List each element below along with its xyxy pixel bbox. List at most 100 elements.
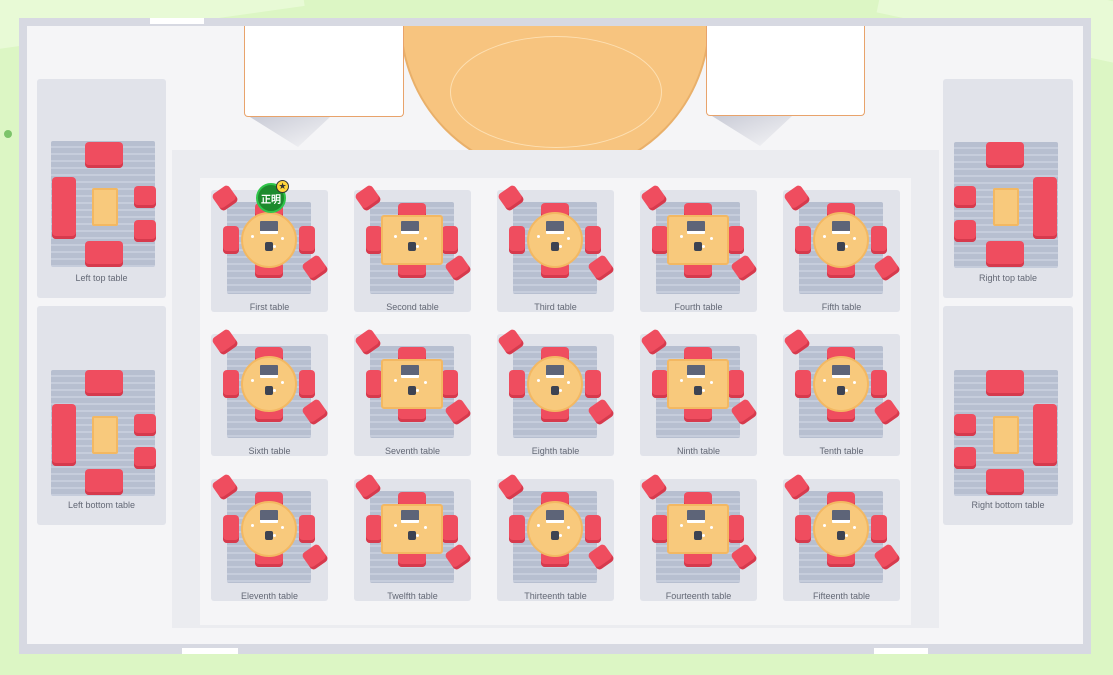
table-tile[interactable]: Fourth table	[640, 184, 758, 312]
bag-icon	[837, 242, 845, 251]
chair[interactable]	[442, 370, 458, 398]
chair[interactable]	[795, 515, 811, 543]
laptop-icon	[401, 365, 419, 378]
cup-icon	[853, 381, 856, 384]
table-tile[interactable]: Ninth table	[640, 328, 758, 456]
right-bottom-table-area[interactable]: Right bottom table	[943, 306, 1073, 525]
laptop-icon	[832, 510, 850, 523]
table-tile[interactable]: Tenth table	[783, 328, 901, 456]
chair[interactable]	[871, 370, 887, 398]
cup-icon	[251, 379, 254, 382]
chair[interactable]	[223, 370, 239, 398]
table-label: Eleventh table	[240, 591, 299, 601]
avatar-name: 正明	[261, 194, 281, 206]
table-label: Fifth table	[821, 302, 862, 312]
cup-icon	[251, 524, 254, 527]
chair[interactable]	[728, 370, 744, 398]
cup-icon	[394, 524, 397, 527]
chair[interactable]	[652, 226, 668, 254]
right-top-table-area[interactable]: Right top table	[943, 79, 1073, 298]
table-tile[interactable]: Seventh table	[354, 328, 472, 456]
cup-icon	[273, 245, 276, 248]
cup-icon	[281, 381, 284, 384]
stool	[954, 186, 976, 208]
coffee-table	[92, 188, 118, 226]
chair[interactable]	[299, 226, 315, 254]
chair[interactable]	[728, 226, 744, 254]
chair[interactable]	[795, 370, 811, 398]
table-tile[interactable]: Sixth table	[211, 328, 329, 456]
chair[interactable]	[366, 515, 382, 543]
chair[interactable]	[585, 370, 601, 398]
laptop-icon	[546, 221, 564, 234]
cup-icon	[823, 379, 826, 382]
laptop-icon	[546, 510, 564, 523]
chair[interactable]	[366, 226, 382, 254]
table-label: Left bottom table	[67, 500, 136, 510]
table-tile[interactable]: Thirteenth table	[497, 473, 615, 601]
bag-icon	[837, 531, 845, 540]
chair[interactable]	[585, 515, 601, 543]
cup-icon	[567, 237, 570, 240]
cup-icon	[281, 526, 284, 529]
bag-icon	[265, 386, 273, 395]
chair[interactable]	[366, 370, 382, 398]
table-tile[interactable]: Second table	[354, 184, 472, 312]
bag-icon	[408, 242, 416, 251]
chair[interactable]	[728, 515, 744, 543]
chair[interactable]	[442, 515, 458, 543]
cup-icon	[416, 534, 419, 537]
chair[interactable]	[299, 515, 315, 543]
door-bottom-right[interactable]	[874, 648, 928, 654]
star-icon: ★	[276, 180, 289, 193]
chair[interactable]	[223, 226, 239, 254]
chair[interactable]	[652, 370, 668, 398]
laptop-icon	[401, 221, 419, 234]
table-tile[interactable]: Fourteenth table	[640, 473, 758, 601]
table-tile[interactable]: Eleventh table	[211, 473, 329, 601]
cup-icon	[710, 237, 713, 240]
chair[interactable]	[509, 226, 525, 254]
chair[interactable]	[795, 226, 811, 254]
armchair	[986, 241, 1024, 267]
cup-icon	[537, 379, 540, 382]
cup-icon	[394, 235, 397, 238]
cup-icon	[702, 534, 705, 537]
cup-icon	[845, 534, 848, 537]
table-label: First table	[249, 302, 290, 312]
chair[interactable]	[585, 226, 601, 254]
cup-icon	[567, 526, 570, 529]
armchair	[986, 370, 1024, 396]
bag-icon	[837, 386, 845, 395]
table-label: Third table	[534, 302, 577, 312]
chair[interactable]	[509, 370, 525, 398]
bag-icon	[694, 531, 702, 540]
chair[interactable]	[871, 515, 887, 543]
door-top-left[interactable]	[150, 18, 204, 24]
chair[interactable]	[871, 226, 887, 254]
cup-icon	[680, 524, 683, 527]
table-label: Sixth table	[248, 446, 291, 456]
table-tile[interactable]: Fifteenth table	[783, 473, 901, 601]
table-tile[interactable]: Third table	[497, 184, 615, 312]
cup-icon	[424, 381, 427, 384]
cup-icon	[559, 534, 562, 537]
door-bottom-left[interactable]	[182, 648, 238, 654]
table-tile[interactable]: Eighth table	[497, 328, 615, 456]
table-tile[interactable]: Twelfth table	[354, 473, 472, 601]
table-label: Fifteenth table	[812, 591, 871, 601]
chair[interactable]	[223, 515, 239, 543]
chair[interactable]	[509, 515, 525, 543]
chair[interactable]	[652, 515, 668, 543]
bag-icon	[694, 386, 702, 395]
left-top-table-area[interactable]: Left top table	[37, 79, 166, 298]
table-tile[interactable]: Fifth table	[783, 184, 901, 312]
cup-icon	[424, 526, 427, 529]
chair[interactable]	[299, 370, 315, 398]
sofa	[1033, 404, 1057, 466]
left-bottom-table-area[interactable]: Left bottom table	[37, 306, 166, 525]
bag-icon	[408, 531, 416, 540]
chair[interactable]	[442, 226, 458, 254]
armchair	[85, 241, 123, 267]
cup-icon	[537, 524, 540, 527]
